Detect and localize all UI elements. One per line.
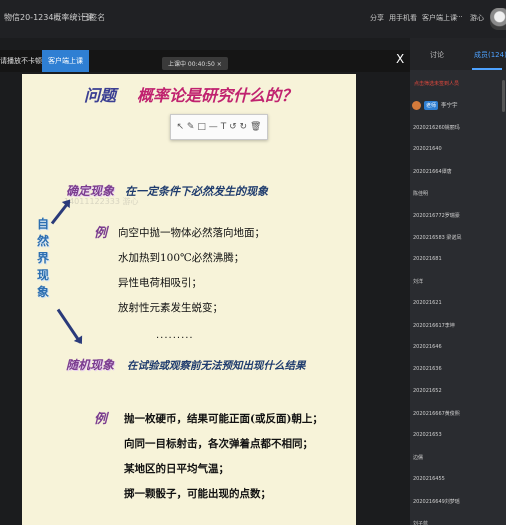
list-item: 放射性元素发生蜕变； bbox=[118, 302, 223, 314]
list-item: 抛一枚硬币，结果可能正面(或反面)朝上； bbox=[124, 413, 323, 425]
random-label: 随机现象 bbox=[66, 358, 115, 372]
smooth-play-label[interactable]: 请播放不卡顿 bbox=[0, 56, 42, 66]
random-desc: 在试验或观察前无法预知出现什么结果 bbox=[127, 360, 306, 372]
arrow-down-icon bbox=[56, 308, 82, 344]
example1-list: 向空中抛一物体必然落向地面； 水加热到100℃必然沸腾； 异性电荷相吸引； 放射… bbox=[118, 221, 265, 321]
list-item[interactable]: 2020216455 bbox=[413, 476, 445, 482]
list-item[interactable]: 202021636 bbox=[413, 366, 442, 372]
list-item[interactable]: 202021653 bbox=[413, 432, 442, 438]
select-icon[interactable]: ↖ bbox=[176, 122, 184, 132]
example2-list: 抛一枚硬币，结果可能正面(或反面)朝上； 向同一目标射击，各次弹着点都不相同； … bbox=[124, 407, 323, 507]
ellipsis: ......... bbox=[156, 330, 194, 341]
side-panel: 讨论 成员(124) 点击筛选未签到人员 老师 李宁宇 2020216260姚丽… bbox=[410, 38, 506, 525]
trash-icon[interactable]: 🗑 bbox=[250, 122, 261, 132]
tab-members[interactable]: 成员(124) bbox=[474, 50, 506, 60]
annotation-toolbar: ↖ ✎ □ — T ↺ ↻ 🗑 bbox=[170, 114, 268, 140]
tab-discuss[interactable]: 讨论 bbox=[430, 50, 444, 60]
class-timer[interactable]: 上课中 00:40:50 × bbox=[162, 57, 228, 70]
deterministic-label: 确定现象 bbox=[66, 184, 115, 198]
list-item[interactable]: 2020216649刘梦瑶 bbox=[413, 498, 460, 505]
phone-view-link[interactable]: 用手机看 bbox=[389, 13, 417, 23]
list-item[interactable]: 202021621 bbox=[413, 300, 442, 306]
list-item[interactable]: 202021681 bbox=[413, 256, 442, 262]
undo-icon[interactable]: ↺ bbox=[229, 122, 237, 132]
arrow-up-icon bbox=[50, 200, 71, 225]
avatar bbox=[412, 100, 421, 110]
list-item[interactable]: 2020216260姚丽玛 bbox=[413, 124, 460, 131]
list-item: 掷一颗骰子，可能出现的点数； bbox=[124, 488, 271, 500]
panel-tabs: 讨论 成员(124) bbox=[410, 38, 506, 70]
list-item[interactable]: 边儒 bbox=[413, 454, 423, 461]
list-item: 某地区的日平均气温； bbox=[124, 463, 229, 475]
filter-unsigned-link[interactable]: 点击筛选未签到人员 bbox=[414, 80, 459, 87]
share-link[interactable]: 分享 bbox=[370, 13, 384, 23]
sign-status: ✓ 已签名 bbox=[72, 13, 106, 22]
more-menu[interactable]: ··· bbox=[456, 13, 463, 21]
list-item[interactable]: 202021652 bbox=[413, 388, 442, 394]
text-icon[interactable]: T bbox=[221, 122, 227, 132]
self-member-row[interactable]: 老师 李宁宇 bbox=[412, 99, 458, 111]
example-mark: 例 bbox=[94, 226, 108, 241]
slide: 问题 概率论是研究什么的？ ↖ ✎ □ — T ↺ ↻ 🗑 1401112233… bbox=[22, 74, 356, 525]
list-item[interactable]: 2020216583 梁诺凤 bbox=[413, 234, 461, 241]
top-bar: 物信20-1234概率统计课 ✓ 已签名 分享 用手机看 客户端上课 ··· 游… bbox=[0, 0, 506, 38]
list-item: 向同一目标射击，各次弹着点都不相同； bbox=[124, 438, 313, 450]
pen-icon[interactable]: ✎ bbox=[187, 122, 195, 132]
rect-icon[interactable]: □ bbox=[197, 122, 206, 132]
list-item: 水加热到100℃必然沸腾； bbox=[118, 252, 245, 264]
line-icon[interactable]: — bbox=[209, 122, 218, 132]
list-item[interactable]: 202021646 bbox=[413, 344, 442, 350]
list-item[interactable]: 2020216617李坤 bbox=[413, 322, 455, 329]
example-mark: 例 bbox=[94, 412, 108, 427]
nature-phenomena-label: 自然界现象 bbox=[36, 217, 49, 299]
redo-icon[interactable]: ↻ bbox=[240, 122, 248, 132]
deterministic-desc: 在一定条件下必然发生的现象 bbox=[125, 185, 268, 198]
list-item[interactable]: 202021640 bbox=[413, 146, 442, 152]
member-name: 李宁宇 bbox=[441, 103, 458, 109]
teacher-badge: 老师 bbox=[424, 100, 439, 110]
close-icon[interactable]: X bbox=[396, 52, 404, 66]
scrollbar[interactable] bbox=[502, 80, 505, 112]
slide-title: 概率论是研究什么的？ bbox=[137, 86, 298, 105]
list-item[interactable]: 刘洋 bbox=[413, 278, 423, 285]
user-name[interactable]: 游心 bbox=[470, 13, 484, 23]
active-tab-indicator bbox=[472, 68, 502, 70]
client-class-button[interactable]: 客户端上课 bbox=[42, 50, 89, 72]
list-item[interactable]: 陈佳明 bbox=[413, 190, 428, 197]
list-item[interactable]: 刘子蓝 bbox=[413, 520, 428, 525]
slide-title-question: 问题 bbox=[84, 86, 117, 105]
avatar[interactable] bbox=[490, 8, 506, 30]
list-item: 异性电荷相吸引； bbox=[118, 277, 202, 289]
client-class-link[interactable]: 客户端上课 bbox=[422, 13, 457, 23]
list-item[interactable]: 2020216772罗瑞豪 bbox=[413, 212, 460, 219]
list-item: 向空中抛一物体必然落向地面； bbox=[118, 227, 265, 239]
list-item[interactable]: 202021664谭唐 bbox=[413, 168, 452, 175]
list-item[interactable]: 2020216667黄俊熙 bbox=[413, 410, 460, 417]
